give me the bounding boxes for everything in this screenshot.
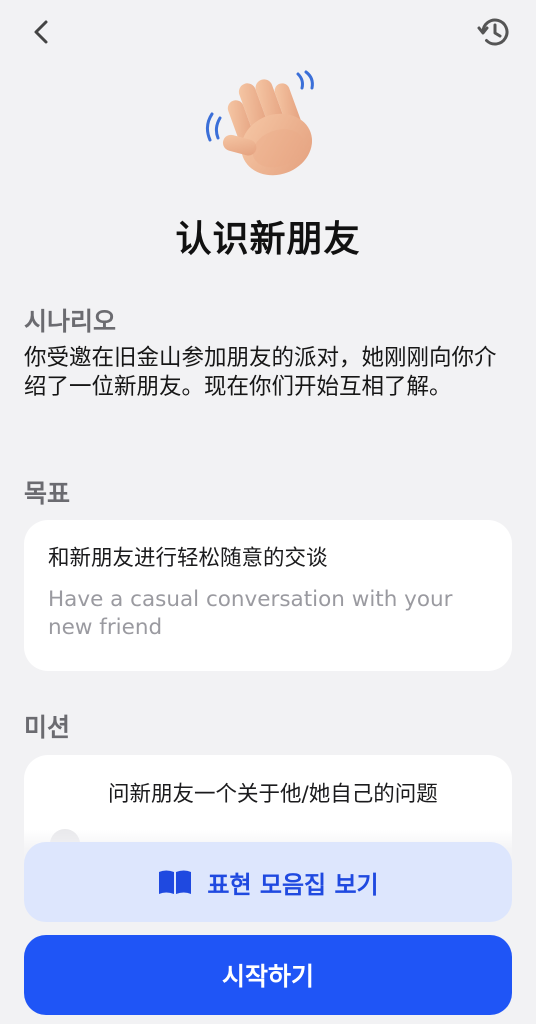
scenario-heading: 시나리오 (24, 307, 117, 336)
view-expressions-button[interactable]: 표현 모음집 보기 (24, 842, 512, 922)
history-button[interactable] (472, 10, 516, 54)
scenario-text: 你受邀在旧金山参加朋友的派对，她刚刚向你介绍了一位新朋友。现在你们开始互相了解。 (24, 345, 497, 400)
goal-heading: 목표 (24, 479, 71, 508)
top-bar (0, 0, 536, 64)
goal-card: 和新朋友进行轻松随意的交谈 Have a casual conversation… (24, 520, 512, 671)
start-button[interactable]: 시작하기 (24, 935, 512, 1015)
screen: 认识新朋友 시나리오 你受邀在旧金山参加朋友的派对，她刚刚向你介绍了一位新朋友。… (0, 0, 536, 1024)
waving-hand-icon (198, 62, 338, 186)
view-expressions-label: 표현 모음집 보기 (207, 870, 379, 899)
goal-translation: Have a casual conversation with your new… (48, 587, 453, 640)
mission-heading: 미션 (24, 713, 71, 742)
page-title: 认识新朋友 (175, 219, 361, 260)
mission-item-text: 问新朋友一个关于他/她自己的问题 (108, 782, 438, 807)
history-clock-icon (477, 18, 509, 46)
chevron-left-icon (34, 20, 48, 44)
goal-text: 和新朋友进行轻松随意的交谈 (48, 546, 328, 571)
back-button[interactable] (22, 12, 62, 52)
open-book-icon (159, 870, 192, 894)
start-button-label: 시작하기 (221, 962, 314, 991)
